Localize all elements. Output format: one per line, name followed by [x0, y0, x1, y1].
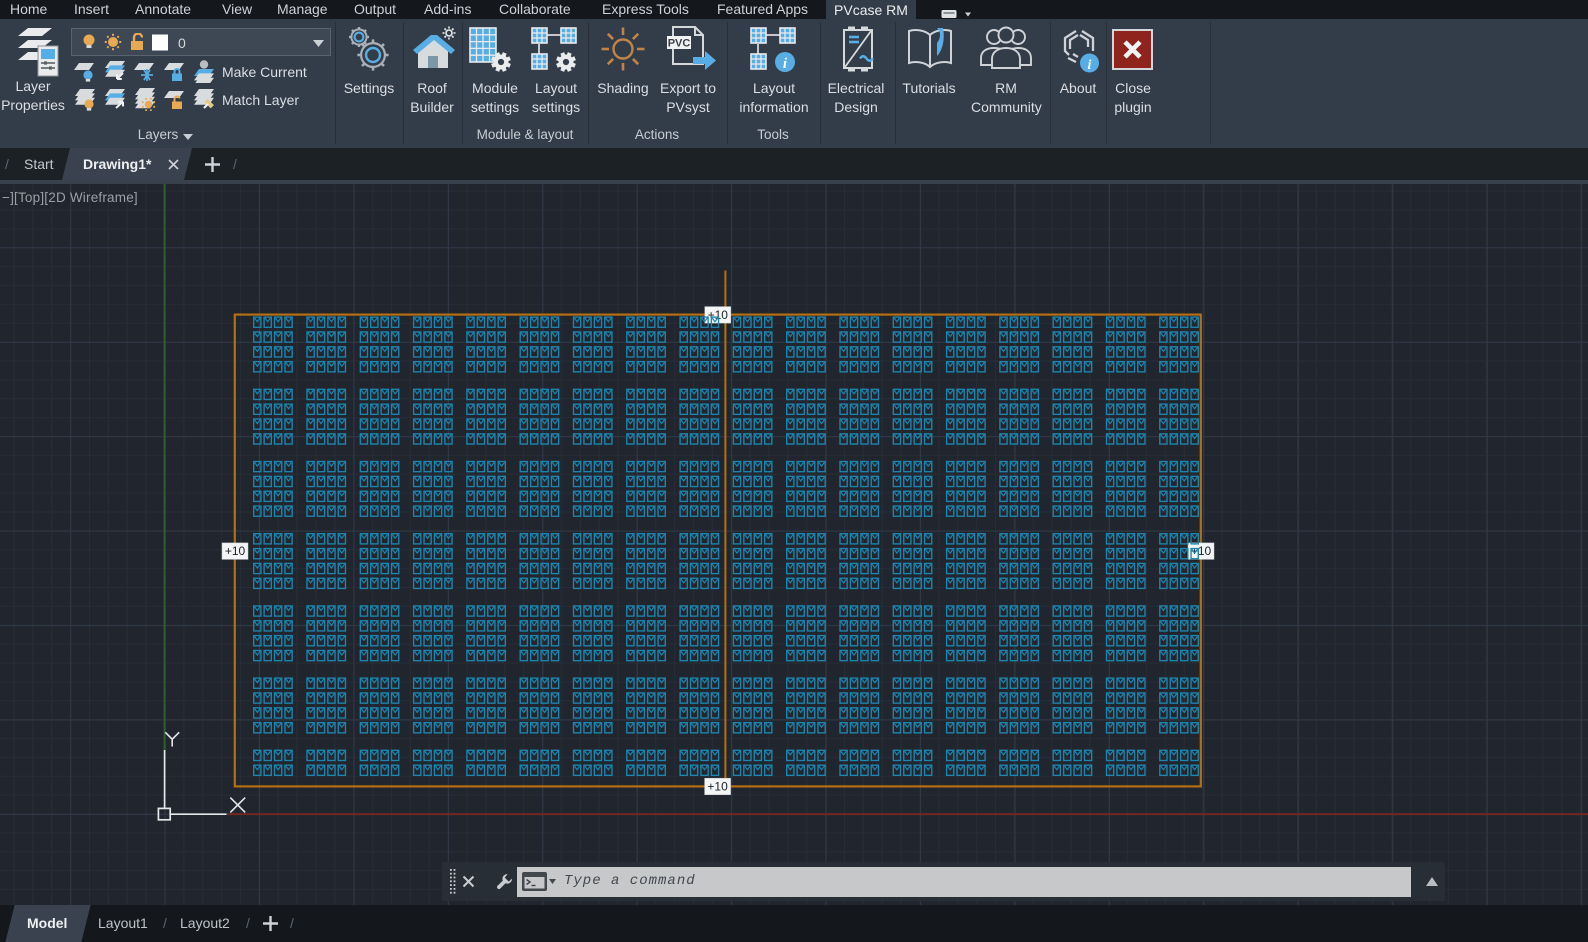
- svg-text:0: 0: [178, 35, 186, 51]
- svg-text:+10: +10: [225, 544, 246, 558]
- svg-text:PVC: PVC: [668, 38, 691, 50]
- svg-text:+10: +10: [707, 780, 728, 794]
- svg-text:i: i: [1088, 58, 1092, 73]
